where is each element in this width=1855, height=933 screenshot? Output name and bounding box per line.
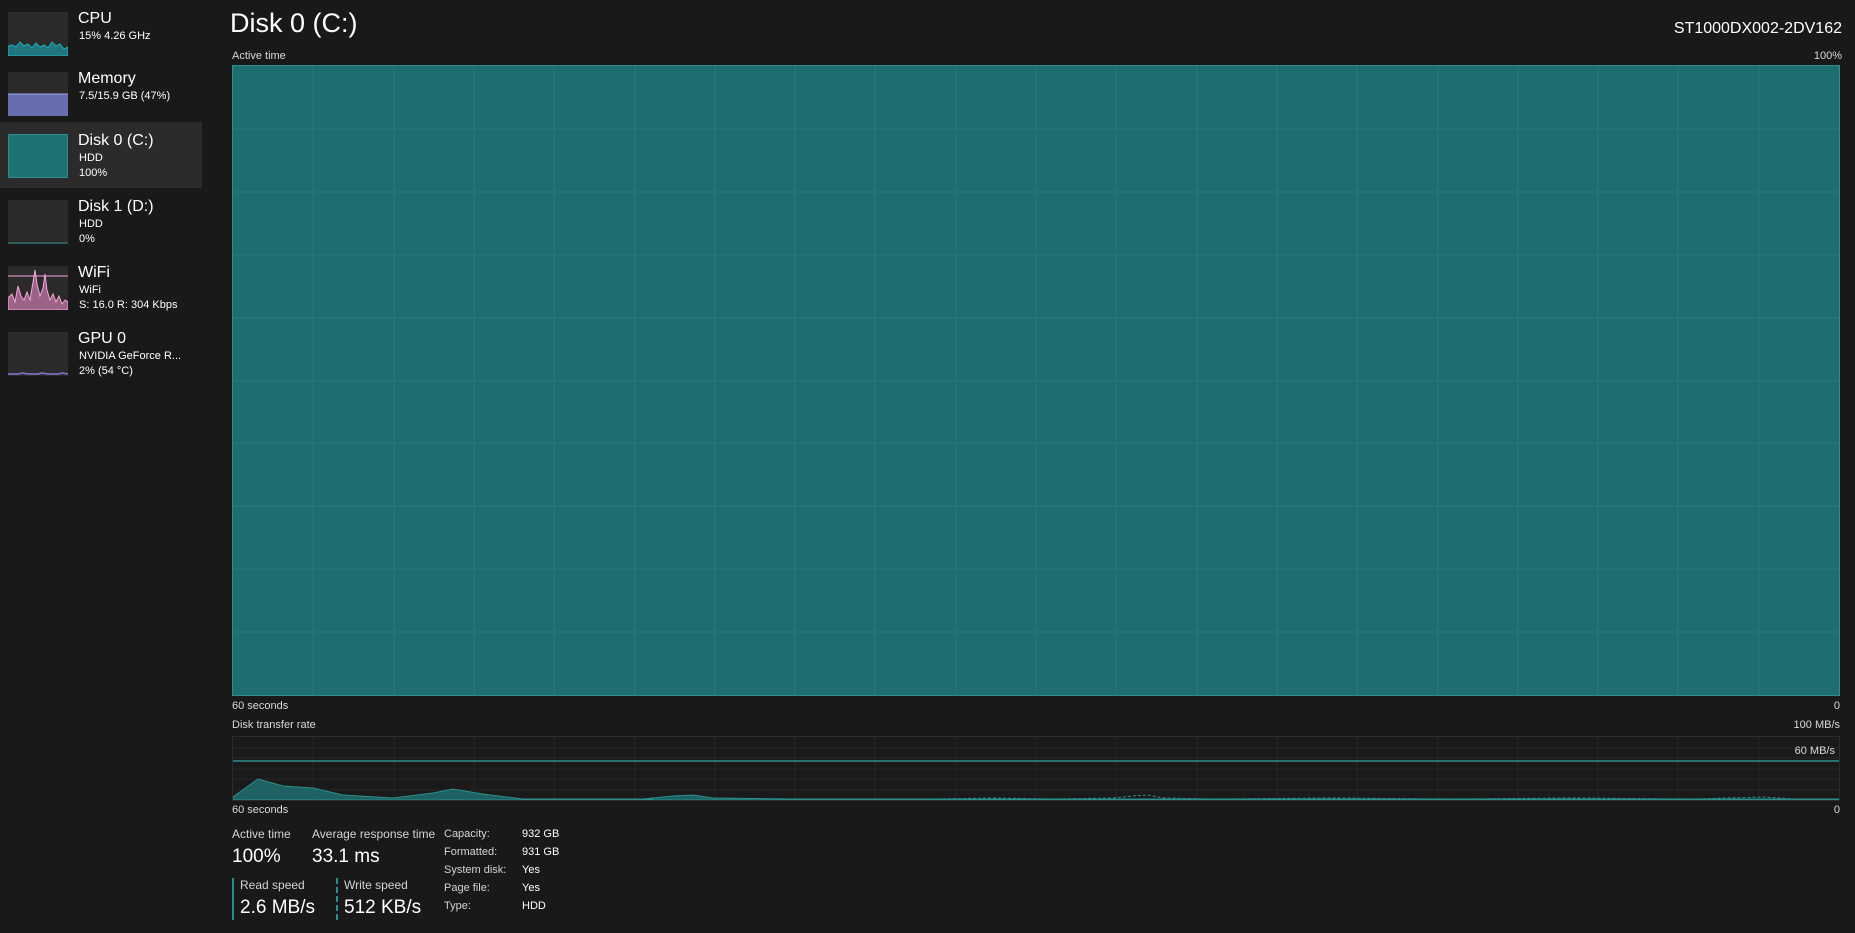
disk-1-thumbnail-graph: [8, 200, 68, 244]
active-time-stat-label: Active time: [232, 827, 291, 841]
active-time-x-right-label: 0: [1833, 700, 1840, 712]
sidebar-item-disk-1[interactable]: Disk 1 (D:) HDD 0%: [0, 188, 202, 254]
capacity-label: Capacity:: [444, 828, 490, 840]
read-speed-value: 2.6 MB/s: [240, 897, 315, 918]
device-model: ST1000DX002-2DV162: [1673, 20, 1842, 37]
system-disk-value: Yes: [522, 864, 540, 876]
page-file-label: Page file:: [444, 882, 490, 894]
sidebar-item-cpu[interactable]: CPU 15% 4.26 GHz: [0, 0, 202, 66]
write-speed-indicator: [336, 878, 338, 920]
sidebar-item-usage: 2% (54 °C): [79, 365, 133, 377]
active-time-stat-value: 100%: [232, 846, 281, 867]
active-time-label: Active time: [232, 50, 286, 62]
transfer-x-left-label: 60 seconds: [232, 804, 289, 816]
sidebar-item-detail: HDD: [79, 152, 103, 164]
sidebar-item-title: GPU 0: [78, 330, 127, 347]
sidebar-item-disk-0[interactable]: Disk 0 (C:) HDD 100%: [0, 122, 202, 188]
sidebar-item-wifi[interactable]: WiFi WiFi S: 16.0 R: 304 Kbps: [0, 254, 202, 320]
disk-details-panel: Disk 0 (C:) ST1000DX002-2DV162 Active ti…: [230, 0, 1842, 933]
read-speed-indicator: [232, 878, 234, 920]
sidebar-item-detail: 15% 4.26 GHz: [79, 30, 151, 42]
sidebar-item-detail: HDD: [79, 218, 103, 230]
page-file-value: Yes: [522, 882, 540, 894]
type-label: Type:: [444, 900, 471, 912]
formatted-label: Formatted:: [444, 846, 498, 858]
transfer-write-line: [932, 794, 1839, 800]
sidebar-item-title: WiFi: [78, 264, 110, 281]
disk-0-thumbnail-graph: [8, 134, 68, 178]
sidebar-item-title: CPU: [78, 10, 112, 27]
transfer-60mbs-label: 60 MB/s: [1794, 745, 1835, 757]
task-manager-performance: CPU 15% 4.26 GHz Memory 7.5/15.9 GB (47%…: [0, 0, 1855, 933]
sidebar-item-detail: WiFi: [79, 284, 101, 296]
sidebar-item-gpu-0[interactable]: GPU 0 NVIDIA GeForce R... 2% (54 °C): [0, 320, 202, 386]
gpu-0-thumbnail-graph: [8, 332, 68, 376]
transfer-x-right-label: 0: [1833, 804, 1840, 816]
sidebar-item-detail: NVIDIA GeForce R...: [79, 350, 182, 362]
write-speed-label: Write speed: [344, 878, 408, 892]
memory-thumbnail-graph: [8, 72, 68, 116]
active-time-max-label: 100%: [1813, 50, 1842, 62]
active-time-grid: [233, 66, 1839, 695]
sidebar-item-title: Disk 0 (C:): [78, 132, 154, 149]
sidebar-item-memory[interactable]: Memory 7.5/15.9 GB (47%): [0, 60, 202, 126]
capacity-value: 932 GB: [522, 828, 560, 840]
transfer-rate-plot: [233, 737, 1839, 800]
cpu-thumbnail-graph: [8, 12, 68, 56]
transfer-rate-graph: 60 MB/s: [232, 736, 1840, 801]
type-value: HDD: [522, 900, 546, 912]
active-time-graph: [232, 65, 1840, 696]
transfer-rate-max-label: 100 MB/s: [1793, 719, 1840, 731]
read-speed-label: Read speed: [240, 878, 305, 892]
avg-response-value: 33.1 ms: [312, 846, 380, 867]
sidebar-item-title: Disk 1 (D:): [78, 198, 154, 215]
system-disk-label: System disk:: [444, 864, 507, 876]
sidebar-item-usage: 100%: [79, 167, 108, 179]
transfer-rate-label: Disk transfer rate: [232, 719, 316, 731]
sidebar-item-detail: 7.5/15.9 GB (47%): [79, 90, 171, 102]
wifi-thumbnail-graph: [8, 266, 68, 310]
sidebar-item-usage: 0%: [79, 233, 95, 245]
sidebar-item-title: Memory: [78, 70, 136, 87]
page-title: Disk 0 (C:): [230, 8, 358, 38]
performance-sidebar: CPU 15% 4.26 GHz Memory 7.5/15.9 GB (47%…: [0, 0, 202, 933]
formatted-value: 931 GB: [522, 846, 560, 858]
write-speed-value: 512 KB/s: [344, 897, 422, 918]
active-time-x-left-label: 60 seconds: [232, 700, 289, 712]
sidebar-item-rates: S: 16.0 R: 304 Kbps: [79, 299, 178, 311]
avg-response-label: Average response time: [312, 827, 436, 841]
